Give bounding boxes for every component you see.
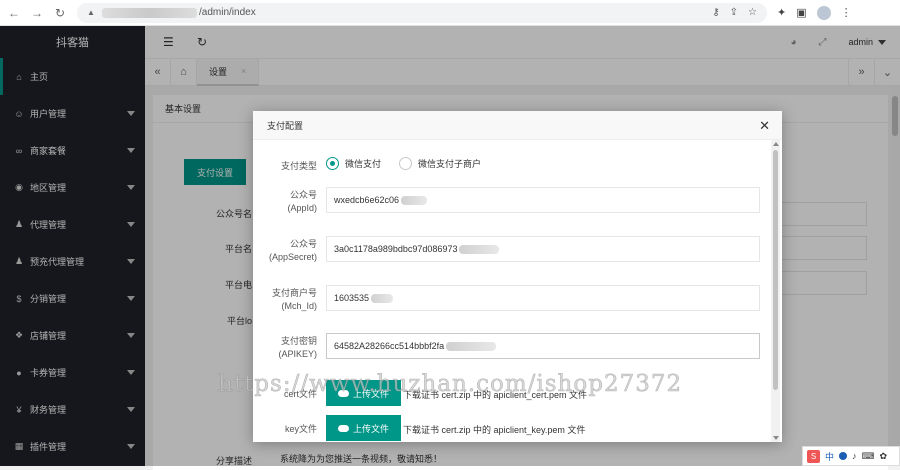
radio-label: 微信支付 [345,159,382,169]
upload-cloud-icon [337,424,349,432]
reload-icon[interactable]: ↻ [51,4,69,22]
dialog-header: 支付配置 ✕ [253,111,782,140]
sogou-logo-icon[interactable]: S [807,449,820,463]
appid-input[interactable]: wxedcb6e62c06 [326,187,760,213]
close-icon[interactable]: ✕ [759,118,770,134]
address-bar[interactable]: ▲ /admin/index ⚷ ⇪ ☆ [77,2,767,23]
radio-unchecked-icon [399,157,413,170]
blurred-text [371,293,394,303]
browser-menu-icon[interactable]: ⋮ [841,6,852,19]
url-path: /admin/index [199,7,256,18]
key-hint: 下载证书 cert.zip 中的 apiclient_key.pem 文件 [403,425,586,435]
field-label: 支付密钥 (APIKEY) [278,336,317,359]
field-label: 公众号 (AppId) [287,190,317,213]
scroll-up-icon[interactable] [773,142,779,146]
keyboard-icon[interactable]: ⌨ [862,451,875,462]
ime-mode[interactable]: 中 [825,450,834,463]
field-label: 支付商户号 (Mch_Id) [271,288,317,311]
pay-type-row: 支付类型 微信支付 微信支付子商户 [253,157,771,177]
upload-key-button[interactable]: 上传文件 [326,415,401,441]
share-icon[interactable]: ⇪ [730,7,738,18]
browser-toolbar: ← → ↻ ▲ /admin/index ⚷ ⇪ ☆ ✦ ▣ ⋮ [0,0,900,26]
ime-toolbar: S 中 ♪ ⌨ ✿ [802,446,900,466]
scroll-thumb[interactable] [773,150,778,390]
profile-avatar[interactable] [816,5,831,20]
appsecret-row: 公众号 (AppSecret) 3a0c1178a989bdbc97d086973 [253,236,771,268]
blurred-host [102,7,197,18]
upload-label: 上传文件 [352,423,389,434]
pay-type-label: 支付类型 [280,161,317,171]
blurred-text [446,341,497,351]
key-label: key文件 [284,424,317,434]
radio-wechat-sub-merchant[interactable]: 微信支付子商户 [399,157,481,170]
extensions-icon[interactable]: ✦ [777,6,786,19]
key-row: key文件 上传文件 下载证书 cert.zip 中的 apiclient_ke… [253,415,771,442]
punctuation-icon[interactable] [839,452,848,460]
dialog-scrollbar[interactable] [771,140,780,442]
blurred-text [401,195,428,205]
back-icon[interactable]: ← [5,4,23,22]
forward-icon[interactable]: → [28,4,46,22]
appid-row: 公众号 (AppId) wxedcb6e62c06 [253,187,771,219]
apikey-row: 支付密钥 (APIKEY) 64582A28266cc514bbbf2fa [253,333,771,365]
star-icon[interactable]: ☆ [748,7,757,18]
skin-icon[interactable]: ✿ [880,451,888,462]
mchid-input[interactable]: 1603535 [326,285,760,311]
dialog-title: 支付配置 [267,120,304,131]
watermark-text: https://www.huzhan.com/ishop27372 [218,371,683,398]
appsecret-input[interactable]: 3a0c1178a989bdbc97d086973 [326,236,760,262]
lock-icon: ▲ [87,8,95,17]
radio-label: 微信支付子商户 [418,159,482,169]
pay-type-radio-group: 微信支付 微信支付子商户 [326,157,481,170]
sidepanel-icon[interactable]: ▣ [796,6,806,19]
radio-checked-icon [326,157,339,170]
mchid-row: 支付商户号 (Mch_Id) 1603535 [253,285,771,317]
blurred-text [459,244,500,254]
key-icon[interactable]: ⚷ [712,7,719,18]
mic-icon[interactable]: ♪ [852,451,857,461]
apikey-input[interactable]: 64582A28266cc514bbbf2fa [326,333,760,359]
scroll-down-icon[interactable] [773,436,779,440]
field-label: 公众号 (AppSecret) [268,239,317,262]
radio-wechat-pay[interactable]: 微信支付 [326,157,381,170]
